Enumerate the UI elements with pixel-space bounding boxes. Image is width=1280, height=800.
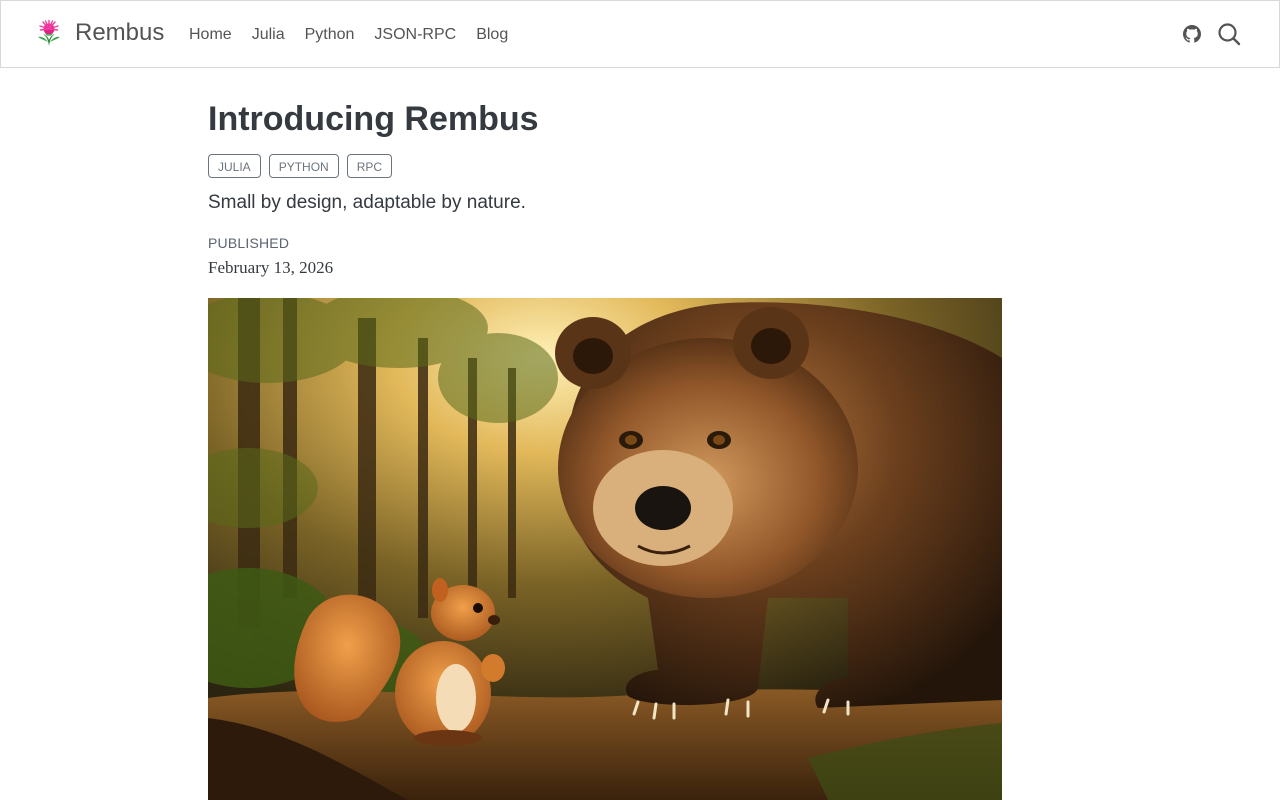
post-subtitle: Small by design, adaptable by nature. <box>208 192 526 213</box>
search-icon[interactable] <box>1217 22 1241 46</box>
brand-link[interactable]: Rembus <box>35 19 164 47</box>
nav-tools <box>1183 22 1241 46</box>
main-nav: Home Julia Python JSON-RPC Blog <box>189 24 528 46</box>
post-tags: JULIA PYTHON RPC <box>208 154 400 178</box>
tag-python[interactable]: PYTHON <box>268 154 339 178</box>
published-label: PUBLISHED <box>208 235 290 251</box>
nav-link-python[interactable]: Python <box>305 24 355 46</box>
tag-rpc[interactable]: RPC <box>346 154 393 178</box>
nav-link-home[interactable]: Home <box>189 24 232 46</box>
github-icon[interactable] <box>1183 25 1201 43</box>
published-date: February 13, 2026 <box>208 258 334 277</box>
nav-link-blog[interactable]: Blog <box>476 24 508 46</box>
top-navbar: Rembus Home Julia Python JSON-RPC Blog <box>0 0 1280 68</box>
thistle-logo-icon <box>38 19 60 46</box>
hero-image-bear-and-squirrel <box>208 298 1002 800</box>
tag-julia[interactable]: JULIA <box>208 154 261 178</box>
nav-link-julia[interactable]: Julia <box>252 24 285 46</box>
nav-link-json-rpc[interactable]: JSON-RPC <box>374 24 456 46</box>
post-title: Introducing Rembus <box>208 100 539 138</box>
brand-name: Rembus <box>75 19 165 46</box>
